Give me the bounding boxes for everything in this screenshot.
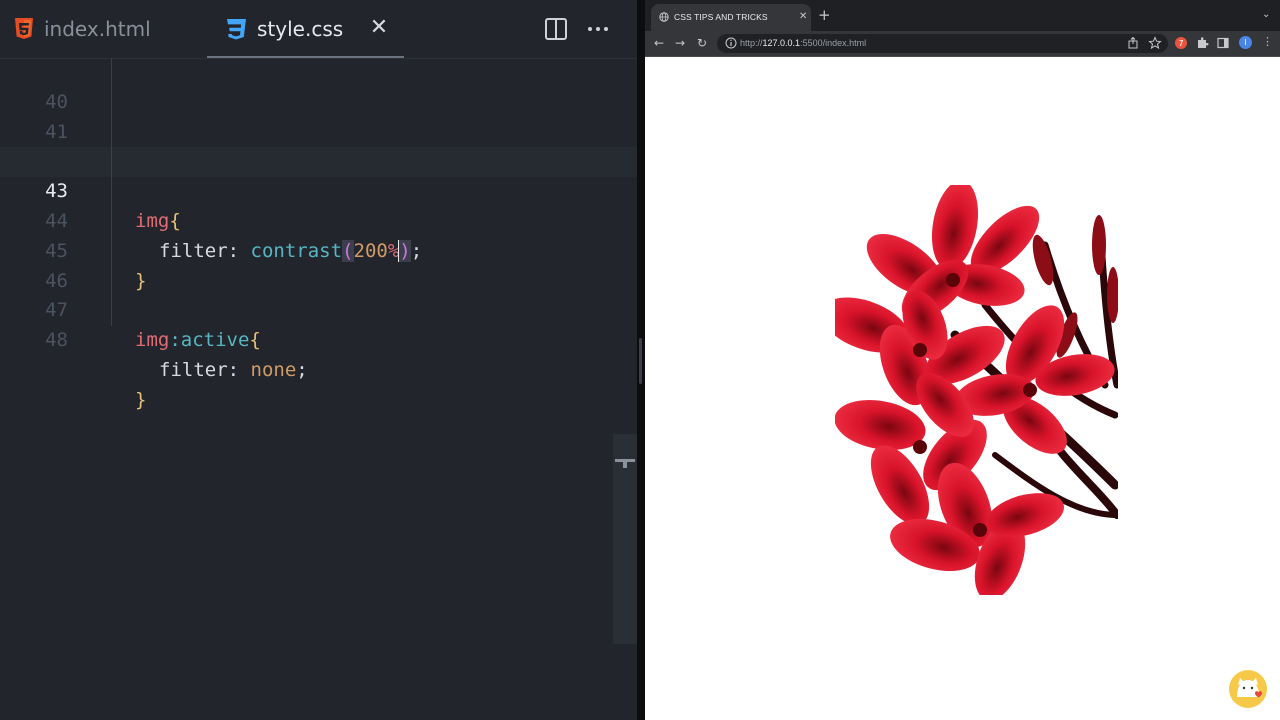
browser-window: CSS TIPS AND TRICKS ✕ + ⌄ ← → ↻ http://1… [645,0,1280,720]
scrollbar-cursor-marker [623,462,627,468]
indent-guide [111,87,112,118]
css-value: none [250,358,297,381]
indent-guide [111,296,112,327]
side-panel-icon[interactable] [1216,36,1230,50]
puzzle-extensions-icon[interactable] [1195,36,1209,50]
url-host: 127.0.0.1 [762,38,801,48]
browser-tab-title: CSS TIPS AND TRICKS [674,12,768,22]
colon: : [227,358,251,381]
url-text: http://127.0.0.1:5500/index.html [740,38,866,48]
new-tab-icon[interactable]: + [818,7,831,23]
tab-search-chevron-icon[interactable]: ⌄ [1262,9,1270,20]
indent-guide [111,117,112,148]
indent-guide [111,206,112,237]
code-line[interactable]: 41 [0,87,637,143]
indent-guide [111,177,112,207]
back-arrow-icon[interactable]: ← [651,35,667,51]
code-line[interactable]: 47 filter: none; [0,266,637,381]
code-line[interactable]: 40 } [0,58,637,172]
address-bar[interactable]: http://127.0.0.1:5500/index.html [717,34,1168,53]
tab-label: index.html [44,17,151,41]
more-actions-icon[interactable] [585,16,611,42]
tab-label: style.css [257,17,344,41]
html5-icon [15,18,33,39]
indent-guide [111,147,112,178]
browser-tab-strip: CSS TIPS AND TRICKS ✕ + ⌄ [645,0,1280,31]
brace: } [135,388,147,411]
close-tab-icon[interactable]: ✕ [799,11,807,22]
css-selector: img [135,329,170,352]
bookmark-star-icon[interactable] [1148,36,1162,50]
red-flower-image[interactable] [835,185,1120,595]
info-icon[interactable] [725,37,737,49]
semicolon: ; [296,358,308,381]
url-scheme: http:// [740,38,763,48]
cat-mascot-icon [1229,670,1267,708]
tab-index-html[interactable]: index.html [14,0,151,58]
indent-guide [111,58,112,88]
profile-avatar[interactable]: I [1239,36,1252,49]
css-property: filter [159,358,228,381]
extension-icon[interactable]: 7 [1174,36,1188,50]
forward-arrow-icon[interactable]: → [672,35,688,51]
code-line[interactable]: 44 } [0,177,637,292]
brace: { [249,329,261,352]
browser-toolbar: ← → ↻ http://127.0.0.1:5500/index.html 7… [645,31,1280,57]
code-line[interactable]: 45 [0,206,637,262]
split-drag-handle[interactable] [639,338,642,384]
browser-menu-icon[interactable]: ⋮ [1262,35,1273,48]
globe-icon [659,12,669,22]
url-path: :5500/index.html [800,38,867,48]
code-line-current[interactable]: 43 filter: contrast(200%); [0,147,637,263]
code-line[interactable]: 48 } [0,296,637,411]
close-icon[interactable]: ✕ [368,17,390,39]
css3-icon [227,19,246,40]
code-area[interactable]: 40 } 41 42 img{ 43 filter: contrast(200%… [0,58,637,411]
tab-style-css[interactable]: style.css ✕ [207,0,404,58]
editor-tab-bar: index.html style.css ✕ [0,0,637,59]
share-icon[interactable] [1126,36,1140,50]
reload-icon[interactable]: ↻ [694,35,710,51]
indent-guide [111,236,112,267]
code-line[interactable]: 46 img:active{ [0,236,637,351]
svg-text:7: 7 [1178,39,1183,48]
css-pseudo-class: :active [169,329,250,352]
indent-guide [111,266,112,297]
page-viewport [645,57,1280,720]
browser-tab[interactable]: CSS TIPS AND TRICKS ✕ [651,4,811,31]
line-number: 48 [45,329,68,352]
code-line[interactable]: 42 img{ [0,117,637,232]
split-editor-icon[interactable] [543,16,569,42]
code-editor: index.html style.css ✕ 40 } 41 42 [0,0,637,720]
